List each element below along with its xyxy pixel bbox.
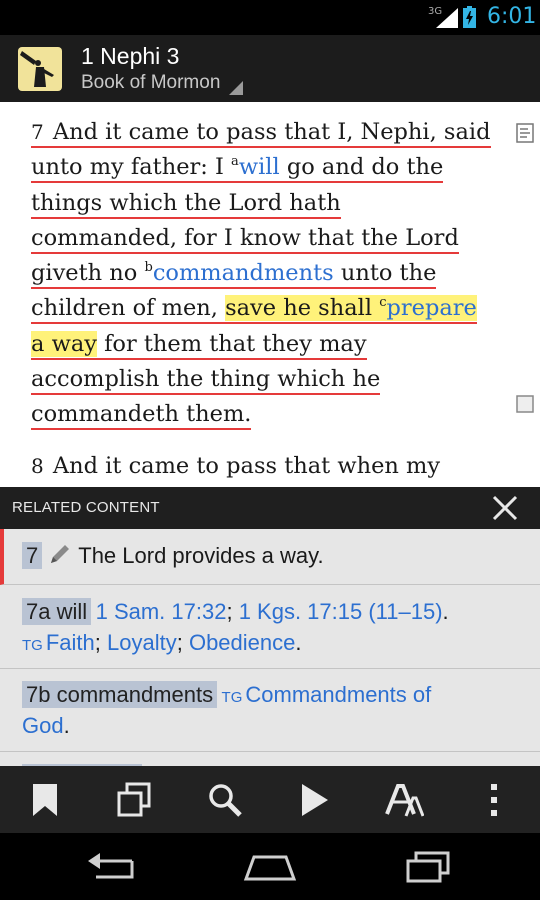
related-content-header: RELATED CONTENT: [0, 487, 540, 529]
footnote-link-prepare[interactable]: prepare: [386, 295, 476, 321]
verse-text: go and do the: [279, 154, 444, 181]
verse-tag: 7: [22, 542, 43, 569]
clock: 6:01: [487, 4, 537, 29]
reference-link[interactable]: 1 Sam. 17:32: [96, 599, 227, 624]
angel-moroni-logo-icon[interactable]: [14, 43, 66, 93]
bookmark-icon[interactable]: [25, 780, 65, 820]
verse-7[interactable]: 7 And it came to pass that I, Nephi, sai…: [31, 115, 511, 433]
verse-8[interactable]: 8 And it came to pass that when my: [31, 449, 511, 484]
topical-guide-label: TG: [221, 689, 243, 706]
scripture-reader[interactable]: 7 And it came to pass that I, Nephi, sai…: [0, 102, 540, 487]
footnote-marker: a: [231, 154, 239, 170]
topic-link[interactable]: Obedience: [189, 630, 295, 655]
app-bar: 1 Nephi 3 Book of Mormon: [0, 35, 540, 102]
play-icon[interactable]: [294, 780, 334, 820]
highlighted-text: a way: [31, 330, 97, 357]
list-item[interactable]: [0, 752, 540, 766]
list-item[interactable]: 7a will 1 Sam. 17:32; 1 Kgs. 17:15 (11–1…: [0, 586, 540, 669]
highlighted-text: save he shall: [225, 295, 380, 322]
topic-link[interactable]: God: [22, 713, 64, 738]
note-text: The Lord provides a way.: [78, 543, 324, 568]
bottom-toolbar: [0, 766, 540, 833]
status-bar: 3G 6:01: [0, 0, 540, 35]
verse-text: And it came to pass that when my: [52, 453, 441, 479]
footnote-link-will[interactable]: will: [239, 154, 280, 180]
verse-text: unto the: [333, 260, 437, 287]
list-item[interactable]: 7 The Lord provides a way.: [0, 529, 540, 585]
verse-number: 7: [31, 120, 44, 144]
page-title[interactable]: 1 Nephi 3: [81, 43, 179, 70]
signal-icon: [436, 8, 458, 28]
recents-icon[interactable]: [400, 851, 456, 883]
back-icon[interactable]: [84, 851, 140, 883]
pencil-icon[interactable]: [48, 542, 72, 566]
verse-text: unto my father: I: [31, 154, 232, 181]
related-content-list[interactable]: 7 The Lord provides a way. 7a will 1 Sam…: [0, 529, 540, 766]
verse-text: commandeth them.: [31, 401, 252, 428]
close-icon[interactable]: [490, 493, 520, 523]
topic-link[interactable]: Loyalty: [107, 630, 177, 655]
footnote-marker: c: [379, 295, 387, 311]
highlight-checkbox-icon[interactable]: [516, 395, 534, 413]
footnote-tag: 7b commandments: [22, 681, 218, 708]
verse-text: giveth no: [31, 260, 145, 287]
verse-number: 8: [31, 454, 44, 478]
verse-text: accomplish the thing which he: [31, 366, 381, 393]
topical-guide-label: TG: [22, 637, 43, 654]
topic-link[interactable]: Commandments of: [245, 682, 431, 707]
topic-link[interactable]: Faith: [46, 630, 95, 655]
verse-text: And it came to pass that I, Nephi, said: [52, 119, 491, 145]
verse-text: children of men,: [31, 295, 226, 322]
note-icon[interactable]: [516, 123, 534, 143]
list-item[interactable]: 7b commandments TG Commandments of God.: [0, 669, 540, 752]
home-icon[interactable]: [242, 851, 298, 883]
overflow-menu-icon[interactable]: [474, 780, 514, 820]
system-nav-bar: [0, 833, 540, 900]
search-icon[interactable]: [205, 780, 245, 820]
footnote-tag: 7a will: [22, 598, 92, 625]
footnote-marker: b: [144, 260, 153, 276]
copy-icon[interactable]: [114, 780, 154, 820]
font-size-icon[interactable]: [384, 780, 424, 820]
verse-text: things which the Lord hath: [31, 189, 341, 216]
book-selector[interactable]: Book of Mormon: [81, 72, 220, 94]
reference-link[interactable]: 1 Kgs. 17:15 (11–15): [239, 599, 443, 624]
verse-text: for them that they may: [96, 330, 367, 357]
related-content-title: RELATED CONTENT: [12, 499, 160, 516]
battery-icon: [463, 6, 476, 28]
footnote-link-commandments[interactable]: commandments: [153, 260, 334, 286]
dropdown-triangle-icon: [229, 81, 243, 95]
verse-text: commanded, for I know that the Lord: [31, 224, 459, 251]
